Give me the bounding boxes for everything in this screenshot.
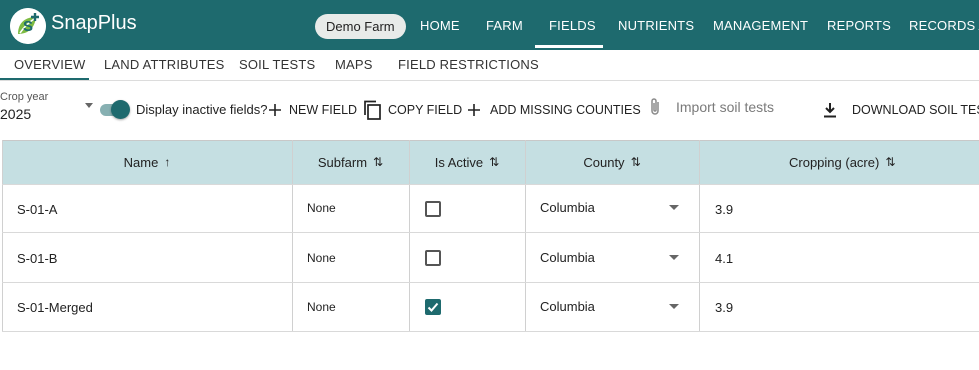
crop-year-select[interactable]: 2025	[0, 106, 31, 122]
nav-management[interactable]: MANAGEMENT	[713, 18, 808, 33]
cell-name[interactable]: S-01-Merged	[17, 300, 93, 315]
tab-land-attributes[interactable]: LAND ATTRIBUTES	[104, 57, 225, 72]
import-soil-tests-label: Import soil tests	[676, 99, 775, 115]
paperclip-icon	[649, 97, 662, 117]
row-divider	[2, 282, 979, 283]
cell-subfarm[interactable]: None	[307, 201, 336, 215]
tab-maps[interactable]: MAPS	[335, 57, 373, 72]
cell-name[interactable]: S-01-B	[17, 251, 57, 266]
nav-nutrients[interactable]: NUTRIENTS	[618, 18, 694, 33]
cell-cropping[interactable]: 3.9	[715, 202, 733, 217]
sort-both-icon[interactable]: ⇅	[885, 155, 895, 169]
inactive-fields-label: Display inactive fields?	[136, 102, 268, 117]
nav-farm[interactable]: FARM	[486, 18, 523, 33]
column-header-is-active[interactable]: Is Active ⇅	[409, 140, 525, 184]
is-active-checkbox[interactable]	[425, 250, 441, 266]
column-header-county[interactable]: County ⇅	[525, 140, 699, 184]
crop-year-label: Crop year	[0, 91, 49, 103]
row-divider	[2, 184, 979, 185]
column-divider	[699, 140, 700, 331]
cell-subfarm[interactable]: None	[307, 251, 336, 265]
column-divider	[409, 140, 410, 331]
download-icon	[823, 102, 837, 118]
copy-field-label: COPY FIELD	[388, 103, 463, 117]
plus-icon	[467, 103, 481, 117]
sort-both-icon[interactable]: ⇅	[373, 155, 383, 169]
sort-both-icon[interactable]: ⇅	[489, 155, 499, 169]
add-missing-counties-label: ADD MISSING COUNTIES	[490, 103, 641, 117]
chevron-down-icon[interactable]	[85, 103, 93, 108]
is-active-checkbox[interactable]	[425, 201, 441, 217]
county-select[interactable]: Columbia	[540, 299, 595, 314]
cell-cropping[interactable]: 3.9	[715, 300, 733, 315]
add-missing-counties-button[interactable]: ADD MISSING COUNTIES	[467, 100, 641, 120]
column-divider	[2, 140, 3, 331]
nav-active-indicator	[535, 45, 603, 48]
app-name[interactable]: SnapPlus	[51, 12, 137, 35]
cell-name[interactable]: S-01-A	[17, 202, 57, 217]
tab-overview[interactable]: OVERVIEW	[14, 57, 85, 72]
column-divider	[525, 140, 526, 331]
copy-field-button[interactable]: COPY FIELD	[363, 100, 462, 120]
tab-active-indicator	[0, 78, 89, 80]
chevron-down-icon[interactable]	[669, 304, 679, 309]
county-select[interactable]: Columbia	[540, 200, 595, 215]
column-header-subfarm[interactable]: Subfarm ⇅	[292, 140, 409, 184]
nav-records[interactable]: RECORDS AN	[909, 18, 979, 33]
chevron-down-icon[interactable]	[669, 205, 679, 210]
cell-cropping[interactable]: 4.1	[715, 251, 733, 266]
nav-reports[interactable]: REPORTS	[827, 18, 891, 33]
column-divider	[292, 140, 293, 331]
nav-home[interactable]: HOME	[420, 18, 460, 33]
import-soil-tests-button[interactable]: Import soil tests	[649, 97, 774, 117]
plus-icon	[268, 103, 282, 117]
sort-both-icon[interactable]: ⇅	[631, 155, 641, 169]
tab-soil-tests[interactable]: SOIL TESTS	[239, 57, 315, 72]
tab-field-restrictions[interactable]: FIELD RESTRICTIONS	[398, 57, 539, 72]
row-divider	[2, 232, 979, 233]
new-field-label: NEW FIELD	[289, 103, 358, 117]
new-field-button[interactable]: NEW FIELD	[268, 100, 357, 120]
nav-fields[interactable]: FIELDS	[549, 18, 596, 33]
download-soil-tests-label: DOWNLOAD SOIL TEST	[852, 103, 979, 117]
snapplus-logo-icon[interactable]: S	[10, 8, 46, 44]
row-divider	[2, 331, 979, 332]
toggle-knob[interactable]	[111, 100, 130, 119]
sort-up-icon[interactable]: ↑	[164, 155, 170, 169]
tabs-divider	[0, 80, 979, 81]
download-soil-tests-button[interactable]: DOWNLOAD SOIL TEST	[823, 100, 979, 120]
cell-subfarm[interactable]: None	[307, 300, 336, 314]
app-bar: S SnapPlus Demo Farm HOME FARM FIELDS NU…	[0, 0, 979, 50]
county-select[interactable]: Columbia	[540, 250, 595, 265]
column-header-cropping[interactable]: Cropping (acre) ⇅	[699, 140, 979, 184]
checkmark-icon	[427, 302, 439, 312]
column-header-name[interactable]: Name ↑	[2, 140, 292, 184]
svg-text:S: S	[23, 18, 33, 35]
farm-selector[interactable]: Demo Farm	[315, 14, 406, 39]
copy-icon	[363, 100, 382, 120]
chevron-down-icon[interactable]	[669, 255, 679, 260]
is-active-checkbox-checked[interactable]	[425, 299, 441, 315]
